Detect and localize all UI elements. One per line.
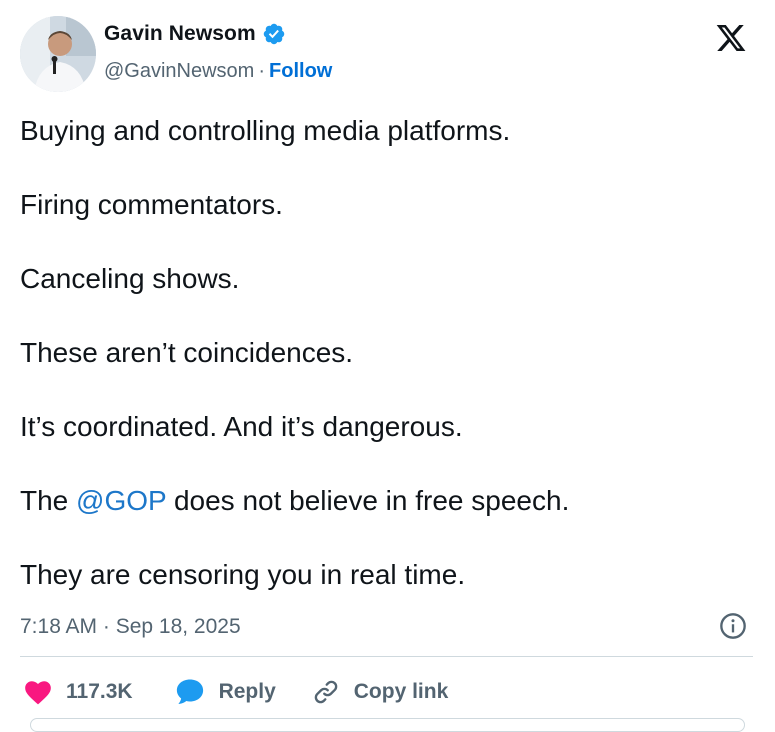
tweet-line: It’s coordinated. And it’s dangerous. [20, 411, 463, 442]
like-count: 117.3K [66, 680, 133, 703]
tweet-embed-card: Gavin Newsom @GavinNewsom · Follow Buying … [0, 0, 775, 732]
speech-bubble-icon [176, 679, 203, 704]
heart-icon [25, 681, 51, 705]
tweet-text: Buying and controlling media platforms. … [20, 113, 755, 593]
x-logo-icon[interactable] [715, 22, 747, 54]
tweet-line: Buying and controlling media platforms. [20, 115, 511, 146]
author-handle[interactable]: @GavinNewsom [104, 60, 254, 82]
tweet-line-with-mention: The @GOP does not believe in free speech… [20, 483, 755, 519]
mention-link[interactable]: @GOP [76, 485, 166, 516]
verified-badge-icon [263, 23, 284, 45]
name-row: Gavin Newsom [104, 22, 286, 46]
copy-link-label: Copy link [353, 680, 449, 703]
handle-row: @GavinNewsom · Follow [104, 60, 332, 83]
tweet-text-segment: does not believe in free speech. [166, 485, 570, 516]
tweet-text-segment: The [20, 485, 77, 516]
reply-label: Reply [218, 680, 276, 703]
tweet-line: Canceling shows. [20, 263, 240, 294]
copy-link-button[interactable]: Copy link [312, 678, 449, 706]
action-bar: 117.3K Reply Copy link [24, 672, 448, 712]
tweet-line: These aren’t coincidences. [20, 337, 354, 368]
reply-button[interactable]: Reply [175, 678, 276, 706]
avatar[interactable] [20, 16, 96, 92]
author-name[interactable]: Gavin Newsom [104, 22, 256, 46]
like-button[interactable]: 117.3K [24, 679, 133, 705]
follow-button[interactable]: Follow [269, 60, 332, 82]
tweet-header: Gavin Newsom @GavinNewsom · Follow [20, 16, 755, 96]
info-icon[interactable] [719, 612, 747, 640]
link-icon [314, 680, 338, 704]
read-replies-bar[interactable] [30, 718, 745, 732]
separator-dot: · [258, 60, 266, 82]
tweet-line: Firing commentators. [20, 189, 283, 220]
tweet-line: They are censoring you in real time. [20, 559, 466, 590]
divider [20, 656, 753, 657]
tweet-timestamp[interactable]: 7:18 AM · Sep 18, 2025 [20, 615, 241, 639]
